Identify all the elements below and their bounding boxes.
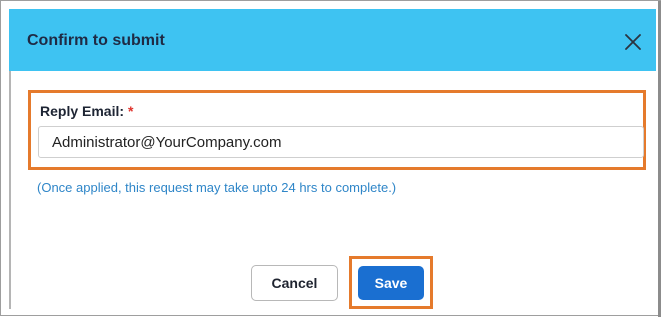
dialog-left-border bbox=[9, 71, 11, 309]
close-icon[interactable] bbox=[622, 31, 644, 53]
reply-email-label: Reply Email: * bbox=[40, 103, 133, 119]
save-button[interactable]: Save bbox=[358, 266, 424, 300]
confirm-submit-dialog: Confirm to submit Reply Email:* (Once ap… bbox=[0, 0, 661, 317]
required-marker: * bbox=[128, 103, 134, 119]
save-button-highlight: Save bbox=[349, 256, 433, 309]
reply-email-label-text: Reply Email: bbox=[40, 103, 125, 119]
processing-note: (Once applied, this request may take upt… bbox=[37, 180, 397, 195]
dialog-header: Confirm to submit bbox=[9, 9, 656, 71]
dialog-title: Confirm to submit bbox=[27, 32, 165, 49]
cancel-button[interactable]: Cancel bbox=[251, 265, 338, 301]
reply-email-input[interactable] bbox=[38, 126, 644, 158]
reply-email-highlight: Reply Email: * bbox=[28, 90, 646, 170]
